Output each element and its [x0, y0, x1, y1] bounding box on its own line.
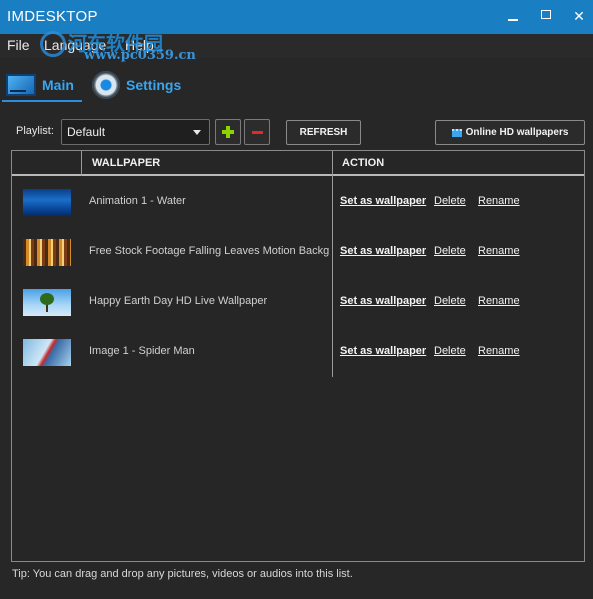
wallpaper-name: Happy Earth Day HD Live Wallpaper	[89, 295, 268, 307]
wallpaper-list[interactable]: WALLPAPER ACTION Animation 1 - Water Set…	[11, 150, 585, 562]
active-tab-indicator	[2, 100, 82, 102]
menu-file[interactable]: File	[7, 37, 30, 53]
playlist-selected-value: Default	[67, 125, 106, 139]
set-as-wallpaper-link[interactable]: Set as wallpaper	[340, 295, 426, 307]
plus-icon-vertical	[226, 126, 230, 138]
online-hd-wallpapers-button[interactable]: Online HD wallpapers	[435, 120, 585, 145]
tab-main[interactable]: Main	[2, 66, 82, 104]
column-divider	[81, 151, 82, 176]
tab-settings-label: Settings	[126, 77, 182, 93]
maximize-button[interactable]	[533, 4, 559, 28]
wallpaper-name: Image 1 - Spider Man	[89, 345, 195, 357]
minimize-icon	[508, 19, 518, 21]
minimize-button[interactable]	[500, 4, 526, 28]
title-bar: IMDESKTOP ✕	[0, 0, 593, 34]
rename-link[interactable]: Rename	[478, 195, 520, 207]
maximize-icon	[541, 10, 551, 19]
window-title: IMDESKTOP	[7, 8, 98, 25]
playlist-select[interactable]: Default	[61, 119, 210, 145]
minus-icon	[252, 131, 263, 134]
water-thumbnail	[23, 189, 71, 216]
add-playlist-button[interactable]	[215, 119, 241, 145]
close-icon: ✕	[573, 8, 585, 24]
wallpaper-name: Free Stock Footage Falling Leaves Motion…	[89, 245, 330, 257]
earth-thumbnail	[23, 289, 71, 316]
delete-link[interactable]: Delete	[434, 195, 466, 207]
rename-link[interactable]: Rename	[478, 245, 520, 257]
wallpaper-name: Animation 1 - Water	[89, 195, 186, 207]
set-as-wallpaper-link[interactable]: Set as wallpaper	[340, 195, 426, 207]
gear-icon	[92, 71, 120, 99]
table-row[interactable]: Free Stock Footage Falling Leaves Motion…	[12, 227, 584, 277]
film-icon	[451, 128, 462, 137]
leaves-thumbnail	[23, 239, 71, 266]
set-as-wallpaper-link[interactable]: Set as wallpaper	[340, 245, 426, 257]
chevron-down-icon	[193, 130, 201, 135]
close-button[interactable]: ✕	[566, 4, 592, 28]
online-hd-wallpapers-label: Online HD wallpapers	[465, 127, 569, 138]
column-header-action: ACTION	[342, 157, 385, 169]
set-as-wallpaper-link[interactable]: Set as wallpaper	[340, 345, 426, 357]
refresh-button[interactable]: REFRESH	[286, 120, 361, 145]
refresh-label: REFRESH	[299, 127, 348, 138]
table-row[interactable]: Animation 1 - Water Set as wallpaper Del…	[12, 177, 584, 227]
table-row[interactable]: Image 1 - Spider Man Set as wallpaper De…	[12, 327, 584, 377]
list-header: WALLPAPER ACTION	[12, 151, 584, 176]
rename-link[interactable]: Rename	[478, 345, 520, 357]
delete-link[interactable]: Delete	[434, 295, 466, 307]
tab-bar: Main Settings	[0, 66, 593, 104]
delete-link[interactable]: Delete	[434, 245, 466, 257]
table-row[interactable]: Happy Earth Day HD Live Wallpaper Set as…	[12, 277, 584, 327]
column-header-wallpaper: WALLPAPER	[92, 157, 161, 169]
delete-link[interactable]: Delete	[434, 345, 466, 357]
tab-main-label: Main	[42, 77, 74, 93]
watermark-url: www.pc0359.cn	[84, 48, 196, 63]
rename-link[interactable]: Rename	[478, 295, 520, 307]
spiderman-thumbnail	[23, 339, 71, 366]
tab-settings[interactable]: Settings	[92, 66, 181, 104]
monitor-icon	[6, 74, 36, 96]
tip-text: Tip: You can drag and drop any pictures,…	[12, 568, 353, 580]
remove-playlist-button[interactable]	[244, 119, 270, 145]
playlist-label: Playlist:	[16, 125, 54, 137]
